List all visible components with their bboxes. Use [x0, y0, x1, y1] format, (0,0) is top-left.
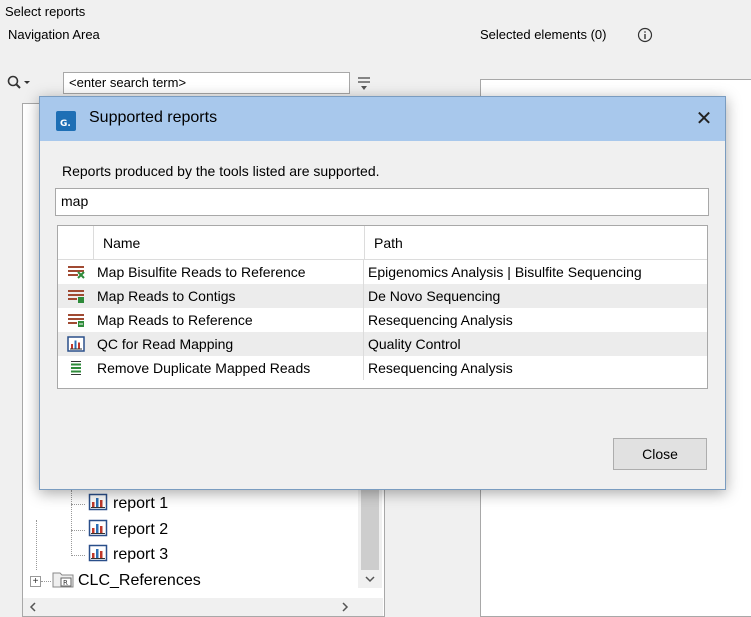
tree-item-report-2[interactable]: report 2: [88, 519, 168, 541]
svg-text:G.: G.: [60, 119, 71, 129]
column-header-path[interactable]: Path: [365, 226, 707, 260]
navigation-horizontal-scrollbar[interactable]: [23, 598, 383, 616]
selected-elements-label: Selected elements (0): [480, 27, 607, 42]
dialog-title: Supported reports: [89, 109, 218, 126]
svg-text:R: R: [63, 579, 68, 587]
row-name: Remove Duplicate Mapped Reads: [94, 356, 364, 380]
tree-item-report-1[interactable]: report 1: [88, 493, 168, 515]
info-icon[interactable]: [637, 27, 653, 46]
icon-column-header: [58, 226, 94, 260]
remove-duplicates-icon: [58, 356, 94, 380]
tree-item-label: report 2: [113, 521, 169, 538]
tree-connector: [41, 581, 51, 582]
tree-connector: [36, 520, 37, 570]
table-row[interactable]: QC for Read Mapping Quality Control: [58, 332, 707, 356]
close-button[interactable]: Close: [613, 438, 707, 470]
row-path: Quality Control: [368, 336, 461, 352]
tree-item-label: report 1: [113, 495, 169, 512]
map-bisulfite-icon: [58, 260, 94, 284]
scroll-down-icon[interactable]: [362, 572, 378, 586]
row-name: Map Bisulfite Reads to Reference: [94, 260, 364, 284]
close-icon[interactable]: ✕: [688, 103, 720, 133]
row-path: De Novo Sequencing: [368, 288, 501, 304]
search-input[interactable]: <enter search term>: [63, 72, 350, 94]
qc-report-icon: [58, 332, 94, 356]
row-name: Map Reads to Contigs: [94, 284, 364, 308]
scroll-right-icon[interactable]: [338, 600, 352, 617]
map-contigs-icon: [58, 284, 94, 308]
report-icon: [88, 519, 108, 542]
tree-connector: [71, 555, 85, 556]
tree-item-clc-references[interactable]: R CLC_References: [52, 570, 201, 592]
wizard-heading: Select reports: [5, 4, 86, 19]
scroll-left-icon[interactable]: [26, 600, 40, 617]
tree-item-label: CLC_References: [78, 572, 201, 589]
report-icon: [88, 493, 108, 516]
row-path: Resequencing Analysis: [368, 312, 513, 328]
navigation-scroll-thumb[interactable]: [361, 480, 379, 570]
references-folder-icon: R: [52, 569, 76, 594]
table-row[interactable]: Map Reads to Reference Resequencing Anal…: [58, 308, 707, 332]
row-name: Map Reads to Reference: [94, 308, 364, 332]
report-icon: [88, 544, 108, 567]
table-row[interactable]: Map Bisulfite Reads to Reference Epigeno…: [58, 260, 707, 284]
row-path: Resequencing Analysis: [368, 360, 513, 376]
dialog-description: Reports produced by the tools listed are…: [62, 163, 380, 179]
filter-list-icon[interactable]: [356, 74, 372, 95]
row-name: QC for Read Mapping: [94, 332, 364, 356]
navigation-area-label: Navigation Area: [8, 27, 100, 42]
tree-item-label: report 3: [113, 546, 169, 563]
row-path: Epigenomics Analysis | Bisulfite Sequenc…: [368, 264, 642, 280]
column-header-name[interactable]: Name: [94, 226, 365, 260]
tree-item-report-3[interactable]: report 3: [88, 544, 168, 566]
map-reference-icon: [58, 308, 94, 332]
filter-input[interactable]: map: [55, 188, 709, 216]
tree-connector: [71, 504, 85, 505]
table-row[interactable]: Remove Duplicate Mapped Reads Resequenci…: [58, 356, 707, 380]
tree-connector: [71, 490, 72, 556]
supported-reports-table[interactable]: Name Path Map Bisulfite Reads to Referen…: [57, 225, 708, 389]
supported-reports-dialog: G. Supported reports ✕ Reports produced …: [39, 96, 726, 490]
table-row[interactable]: Map Reads to Contigs De Novo Sequencing: [58, 284, 707, 308]
search-options-icon[interactable]: [6, 74, 32, 95]
tree-connector: [71, 530, 85, 531]
app-logo-icon: G.: [56, 111, 76, 131]
expand-icon[interactable]: +: [30, 576, 41, 587]
